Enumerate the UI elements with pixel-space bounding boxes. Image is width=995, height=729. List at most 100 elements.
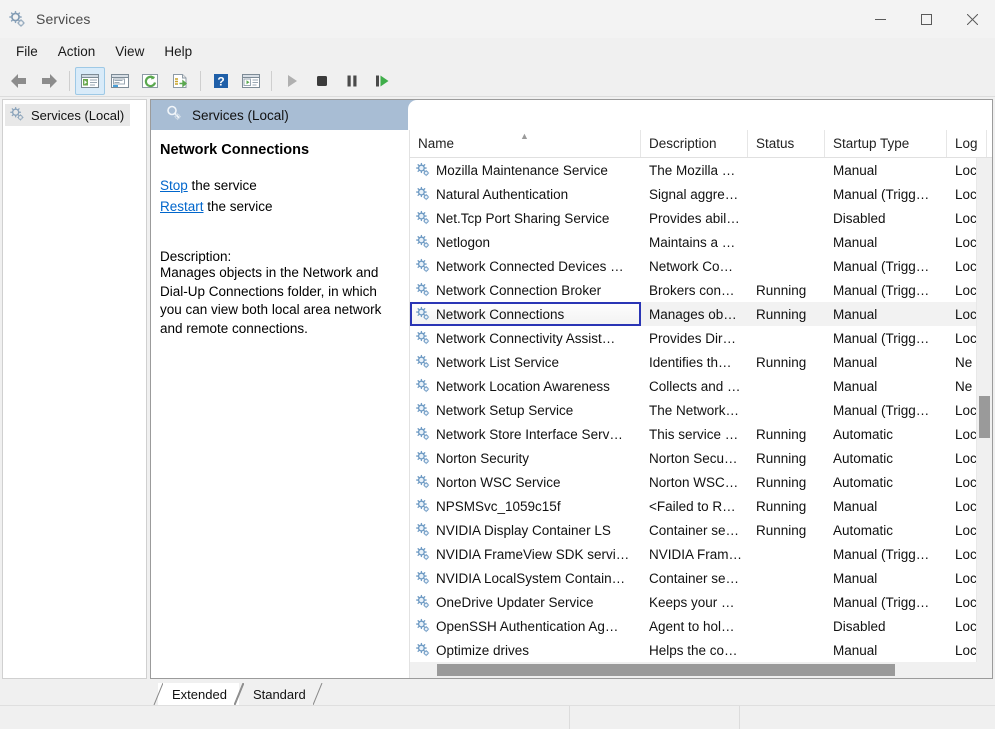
table-row[interactable]: Network Store Interface Serv… This servic… bbox=[410, 422, 992, 446]
cell-startup-type-text: Automatic bbox=[833, 451, 893, 466]
table-row[interactable]: NVIDIA LocalSystem Contain…Container se…… bbox=[410, 566, 992, 590]
table-row[interactable]: Norton SecurityNorton Secu…RunningAutoma… bbox=[410, 446, 992, 470]
cell-log-on-as-text: Loc bbox=[955, 307, 977, 322]
cell-log-on-as-text: Loc bbox=[955, 331, 977, 346]
restart-service-button[interactable] bbox=[367, 67, 397, 95]
cell-description: This service … bbox=[641, 427, 748, 442]
table-row[interactable]: Network List ServiceIdentifies th…Runnin… bbox=[410, 350, 992, 374]
cell-log-on-as-text: Loc bbox=[955, 163, 977, 178]
list-header: Name▲DescriptionStatusStartup TypeLog bbox=[410, 130, 992, 158]
service-name-label: Network Connected Devices … bbox=[436, 259, 624, 274]
refresh-button[interactable] bbox=[135, 67, 165, 95]
back-button[interactable] bbox=[4, 67, 34, 95]
services-gear-icon bbox=[9, 106, 25, 125]
restart-service-link[interactable]: Restart bbox=[160, 199, 204, 214]
menu-bar: File Action View Help bbox=[0, 38, 995, 65]
table-row[interactable]: OneDrive Updater ServiceKeeps your …Manu… bbox=[410, 590, 992, 614]
cell-log-on-as-text: Loc bbox=[955, 619, 977, 634]
table-row[interactable]: Network Connection BrokerBrokers con…Run… bbox=[410, 278, 992, 302]
service-gear-icon bbox=[415, 354, 431, 370]
table-row[interactable]: OpenSSH Authentication Ag…Agent to hol…D… bbox=[410, 614, 992, 638]
cell-description-text: Provides abil… bbox=[649, 211, 740, 226]
column-header-startup-type[interactable]: Startup Type bbox=[825, 130, 947, 157]
tab-left-edge bbox=[234, 683, 244, 705]
cell-status-text: Running bbox=[756, 283, 806, 298]
cell-name: NVIDIA Display Container LS bbox=[410, 522, 641, 538]
service-name-label: Network Store Interface Serv… bbox=[436, 427, 623, 442]
start-service-button[interactable] bbox=[277, 67, 307, 95]
table-row[interactable]: Network Location AwarenessCollects and …… bbox=[410, 374, 992, 398]
tree-item-services-local[interactable]: Services (Local) bbox=[5, 104, 130, 126]
cell-name: Mozilla Maintenance Service bbox=[410, 162, 641, 178]
table-row[interactable]: NetlogonMaintains a …ManualLoc bbox=[410, 230, 992, 254]
maximize-button[interactable] bbox=[903, 0, 949, 38]
cell-name: Net.Tcp Port Sharing Service bbox=[410, 210, 641, 226]
column-header-description[interactable]: Description bbox=[641, 130, 748, 157]
cell-description: Signal aggre… bbox=[641, 187, 748, 202]
horizontal-scrollbar[interactable] bbox=[410, 662, 992, 678]
cell-description: Manages ob… bbox=[641, 307, 748, 322]
service-gear-icon bbox=[415, 234, 431, 250]
table-row[interactable]: NVIDIA Display Container LSContainer se…… bbox=[410, 518, 992, 542]
cell-description: Keeps your … bbox=[641, 595, 748, 610]
cell-name: NPSMSvc_1059c15f bbox=[410, 498, 641, 514]
stop-service-link[interactable]: Stop bbox=[160, 178, 188, 193]
console-tree-button[interactable] bbox=[75, 67, 105, 95]
tab-extended[interactable]: Extended bbox=[158, 683, 239, 705]
table-row[interactable]: NVIDIA FrameView SDK servi…NVIDIA Fram…M… bbox=[410, 542, 992, 566]
cell-log-on-as-text: Loc bbox=[955, 427, 977, 442]
table-row[interactable]: Optimize drivesHelps the co…ManualLoc bbox=[410, 638, 992, 662]
cell-status-text: Running bbox=[756, 355, 806, 370]
cell-description-text: Provides Dir… bbox=[649, 331, 736, 346]
column-header-name[interactable]: Name▲ bbox=[410, 130, 641, 157]
export-list-button[interactable] bbox=[165, 67, 195, 95]
table-row[interactable]: Net.Tcp Port Sharing Service Provides abi… bbox=[410, 206, 992, 230]
cell-startup-type-text: Automatic bbox=[833, 475, 893, 490]
cell-log-on-as-text: Loc bbox=[955, 475, 977, 490]
properties-button[interactable] bbox=[105, 67, 135, 95]
table-row[interactable]: Network ConnectionsManages ob…RunningMan… bbox=[410, 302, 992, 326]
service-name-label: OneDrive Updater Service bbox=[436, 595, 594, 610]
cell-description-text: Norton WSC… bbox=[649, 475, 738, 490]
stop-service-button[interactable] bbox=[307, 67, 337, 95]
menu-action[interactable]: Action bbox=[48, 42, 106, 62]
table-row[interactable]: Network Setup ServiceThe Network…Manual … bbox=[410, 398, 992, 422]
action-pane-button[interactable] bbox=[236, 67, 266, 95]
cell-log-on-as-text: Loc bbox=[955, 571, 977, 586]
menu-file[interactable]: File bbox=[6, 42, 48, 62]
table-row[interactable]: Network Connectivity Assist…Provides Dir… bbox=[410, 326, 992, 350]
cell-startup-type-text: Disabled bbox=[833, 211, 886, 226]
column-header-label: Name bbox=[418, 136, 454, 151]
help-button[interactable]: ? bbox=[206, 67, 236, 95]
horizontal-scroll-thumb[interactable] bbox=[437, 664, 895, 676]
table-row[interactable]: Natural AuthenticationSignal aggre…Manua… bbox=[410, 182, 992, 206]
table-row[interactable]: Norton WSC ServiceNorton WSC…RunningAuto… bbox=[410, 470, 992, 494]
menu-help[interactable]: Help bbox=[154, 42, 202, 62]
cell-startup-type: Manual bbox=[825, 355, 947, 370]
table-row[interactable]: NPSMSvc_1059c15f<Failed to R…RunningManu… bbox=[410, 494, 992, 518]
table-row[interactable]: Network Connected Devices …Network Co…Ma… bbox=[410, 254, 992, 278]
service-gear-icon bbox=[415, 330, 431, 346]
column-header-log[interactable]: Log bbox=[947, 130, 987, 157]
minimize-button[interactable] bbox=[857, 0, 903, 38]
vertical-scrollbar[interactable] bbox=[976, 158, 992, 678]
close-button[interactable] bbox=[949, 0, 995, 38]
cell-description-text: Norton Secu… bbox=[649, 451, 738, 466]
service-name-label: NVIDIA Display Container LS bbox=[436, 523, 611, 538]
cell-name: Network Connected Devices … bbox=[410, 258, 641, 274]
header-corner-fill bbox=[408, 100, 992, 130]
table-row[interactable]: Mozilla Maintenance ServiceThe Mozilla …… bbox=[410, 158, 992, 182]
menu-view[interactable]: View bbox=[105, 42, 154, 62]
forward-button[interactable] bbox=[34, 67, 64, 95]
cell-description: <Failed to R… bbox=[641, 499, 748, 514]
cell-description: Network Co… bbox=[641, 259, 748, 274]
cell-description-text: Keeps your … bbox=[649, 595, 735, 610]
cell-name: OneDrive Updater Service bbox=[410, 594, 641, 610]
cell-status-text: Running bbox=[756, 427, 806, 442]
service-gear-icon bbox=[415, 522, 431, 538]
pause-service-button[interactable] bbox=[337, 67, 367, 95]
tab-standard[interactable]: Standard bbox=[239, 683, 318, 705]
column-header-status[interactable]: Status bbox=[748, 130, 825, 157]
vertical-scroll-thumb[interactable] bbox=[979, 396, 990, 438]
cell-description-text: This service … bbox=[649, 427, 738, 442]
